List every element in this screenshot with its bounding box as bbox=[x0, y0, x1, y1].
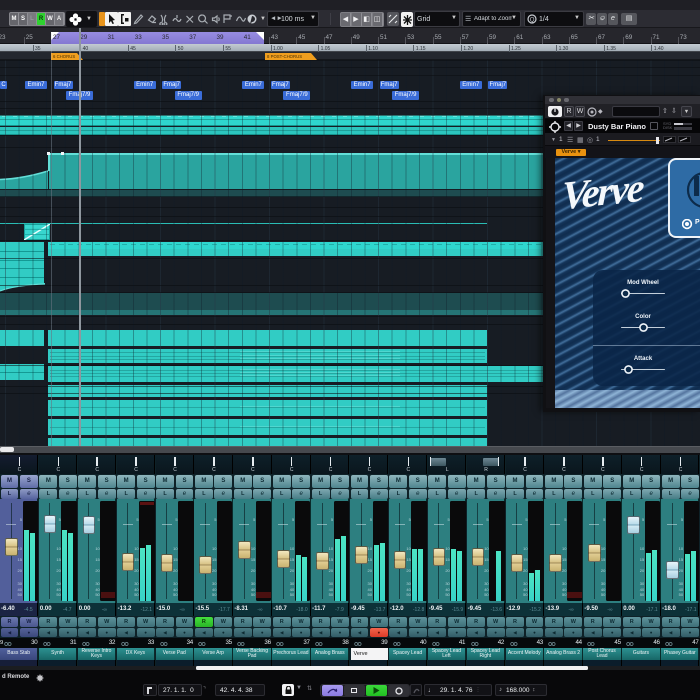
svg-text:6 CHORUS: 6 CHORUS bbox=[53, 54, 75, 59]
svg-text:8 POST-CHORUS: 8 POST-CHORUS bbox=[267, 54, 302, 59]
svg-text:Q: Q bbox=[530, 17, 535, 23]
